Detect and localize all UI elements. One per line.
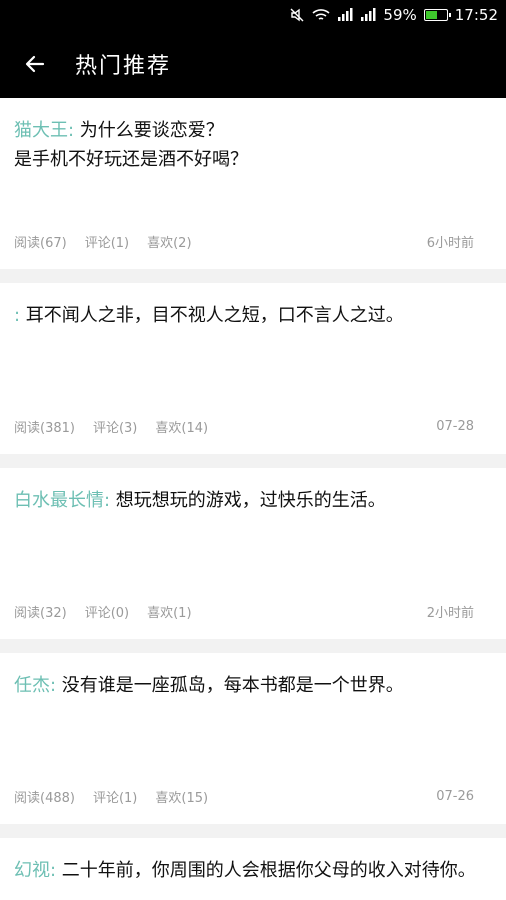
post-time: 2小时前	[426, 606, 474, 621]
wifi-icon	[312, 8, 330, 22]
app-bar: 热门推荐	[0, 30, 506, 98]
post-time: 07-28	[436, 419, 474, 434]
page-title: 热门推荐	[75, 54, 172, 79]
status-bar: 59% 17:52	[0, 0, 506, 30]
read-count: 阅读(32)	[14, 606, 67, 621]
post-meta: 阅读(67) 评论(1) 喜欢(2) 6小时前	[14, 232, 492, 251]
like-count[interactable]: 喜欢(14)	[155, 417, 208, 436]
post-time: 07-26	[436, 789, 474, 804]
post-author[interactable]: 任杰:	[14, 675, 56, 696]
signal-icon	[360, 8, 376, 22]
post-card[interactable]: 任杰: 没有谁是一座孤岛，每本书都是一个世界。 阅读(488) 评论(1) 喜欢…	[0, 653, 506, 824]
divider	[0, 269, 506, 283]
battery-percent: 59%	[383, 6, 417, 24]
post-time: 6小时前	[426, 236, 474, 251]
post-author[interactable]: 白水最长情:	[14, 490, 110, 511]
post-list: 猫大王: 为什么要谈恋爱？ 是手机不好玩还是酒不好喝？ 阅读(67) 评论(1)…	[0, 98, 506, 900]
like-count[interactable]: 喜欢(2)	[147, 232, 191, 251]
post-content: 白水最长情: 想玩想玩的游戏，过快乐的生活。	[14, 486, 492, 515]
comment-count[interactable]: 评论(0)	[85, 602, 129, 621]
post-meta: 阅读(381) 评论(3) 喜欢(14) 07-28	[14, 417, 492, 436]
signal-icon	[337, 8, 353, 22]
post-content: : 耳不闻人之非，目不视人之短，口不言人之过。	[14, 301, 492, 330]
comment-count[interactable]: 评论(3)	[93, 417, 137, 436]
read-count: 阅读(381)	[14, 421, 75, 436]
post-text: 没有谁是一座孤岛，每本书都是一个世界。	[56, 675, 404, 696]
post-card[interactable]: 猫大王: 为什么要谈恋爱？ 是手机不好玩还是酒不好喝？ 阅读(67) 评论(1)…	[0, 98, 506, 269]
post-author[interactable]: 幻视:	[14, 860, 56, 881]
battery-icon	[423, 9, 451, 21]
divider	[0, 639, 506, 653]
post-meta: 阅读(32) 评论(0) 喜欢(1) 2小时前	[14, 602, 492, 621]
post-text: 想玩想玩的游戏，过快乐的生活。	[110, 490, 386, 511]
back-arrow-icon[interactable]	[0, 30, 70, 98]
mute-icon	[289, 7, 305, 23]
post-card[interactable]: 白水最长情: 想玩想玩的游戏，过快乐的生活。 阅读(32) 评论(0) 喜欢(1…	[0, 468, 506, 639]
post-text: 二十年前，你周围的人会根据你父母的收入对待你。	[56, 860, 476, 881]
comment-count[interactable]: 评论(1)	[85, 232, 129, 251]
post-author[interactable]: 猫大王:	[14, 120, 74, 141]
comment-count[interactable]: 评论(1)	[93, 787, 137, 806]
post-content: 猫大王: 为什么要谈恋爱？ 是手机不好玩还是酒不好喝？	[14, 116, 492, 174]
post-text: 耳不闻人之非，目不视人之短，口不言人之过。	[20, 305, 404, 326]
post-content: 幻视: 二十年前，你周围的人会根据你父母的收入对待你。	[14, 856, 492, 885]
post-meta: 阅读(488) 评论(1) 喜欢(15) 07-26	[14, 787, 492, 806]
read-count: 阅读(67)	[14, 236, 67, 251]
divider	[0, 454, 506, 468]
like-count[interactable]: 喜欢(15)	[155, 787, 208, 806]
divider	[0, 824, 506, 838]
clock: 17:52	[454, 6, 498, 24]
read-count: 阅读(488)	[14, 791, 75, 806]
post-content: 任杰: 没有谁是一座孤岛，每本书都是一个世界。	[14, 671, 492, 700]
post-card[interactable]: : 耳不闻人之非，目不视人之短，口不言人之过。 阅读(381) 评论(3) 喜欢…	[0, 283, 506, 454]
like-count[interactable]: 喜欢(1)	[147, 602, 191, 621]
post-card[interactable]: 幻视: 二十年前，你周围的人会根据你父母的收入对待你。	[0, 838, 506, 900]
